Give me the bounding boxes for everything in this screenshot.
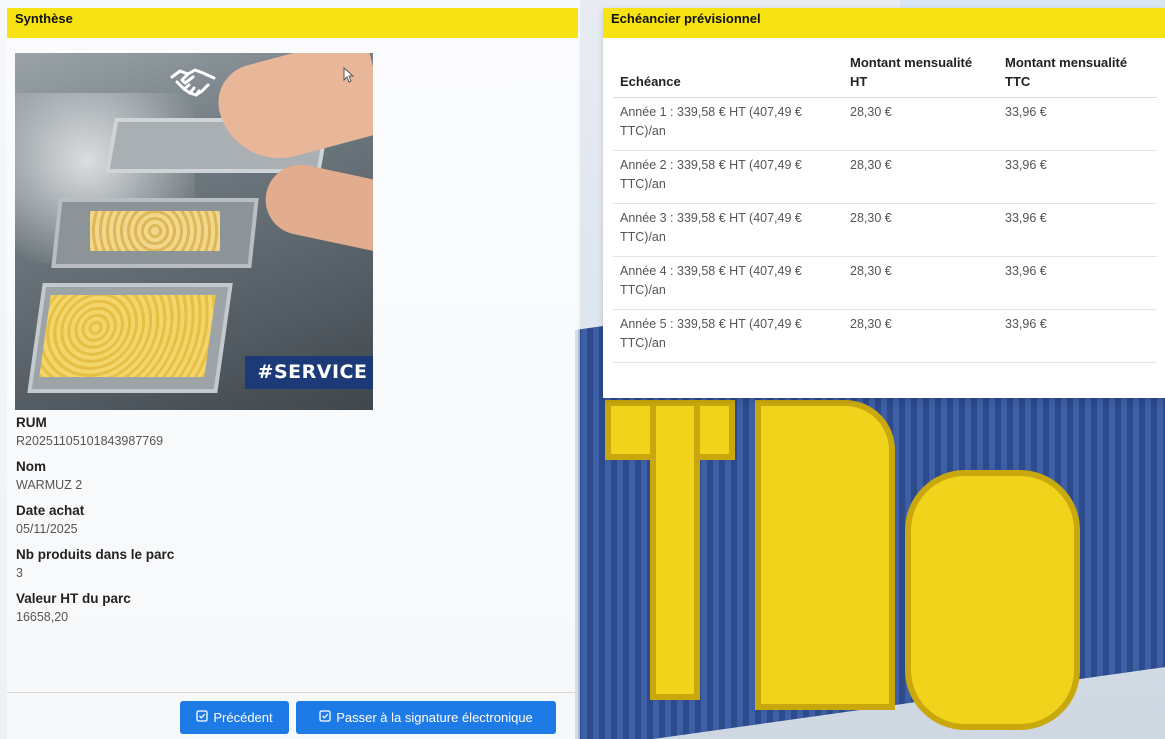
table-cell: 28,30 € [843,309,998,363]
table-row: Année 2 : 339,58 € HT (407,49 € TTC)/an … [613,150,1157,204]
handshake-icon [165,65,221,105]
table-cell: 28,30 € [843,256,998,310]
mouse-cursor-icon [343,66,355,83]
field-date-achat: Date achat 05/11/2025 [16,501,416,539]
table-cell: Année 2 : 339,58 € HT (407,49 € TTC)/an [613,150,843,204]
column-header-mensualite-ttc: Montant mensualité TTC [998,48,1157,98]
field-nb-produits: Nb produits dans le parc 3 [16,545,416,583]
echeancier-panel: Echéancier prévisionnel Echéance Montant… [603,8,1165,398]
table-header-row: Echéance Montant mensualité HT Montant m… [613,48,1157,98]
previous-button[interactable]: Précédent [180,701,289,734]
table-row: Année 3 : 339,58 € HT (407,49 € TTC)/an … [613,203,1157,257]
table-cell: Année 4 : 339,58 € HT (407,49 € TTC)/an [613,256,843,310]
synthese-fields: RUM R20251105101843987769 Nom WARMUZ 2 D… [16,413,416,633]
field-value: WARMUZ 2 [16,478,83,492]
table-row: Année 4 : 339,58 € HT (407,49 € TTC)/an … [613,256,1157,310]
table-cell: 28,30 € [843,150,998,204]
field-label: Valeur HT du parc [16,591,131,606]
check-square-icon [196,710,209,725]
field-label: Date achat [16,503,85,518]
electronic-signature-button-label: Passer à la signature électronique [336,710,533,725]
check-square-icon [319,710,331,725]
table-cell: 28,30 € [843,97,998,151]
background-letter [905,470,1080,730]
table-cell: 33,96 € [998,309,1157,363]
table-cell: 33,96 € [998,150,1157,204]
electronic-signature-button[interactable]: Passer à la signature électronique [296,701,556,734]
field-rum: RUM R20251105101843987769 [16,413,416,451]
table-row: Année 5 : 339,58 € HT (407,49 € TTC)/an … [613,309,1157,363]
table-cell: 33,96 € [998,256,1157,310]
echeancier-panel-title: Echéancier prévisionnel [603,8,1165,38]
service-tag: #SERVICE [245,356,373,389]
field-value: 05/11/2025 [16,522,78,536]
previous-button-label: Précédent [213,710,273,725]
table-cell: 33,96 € [998,97,1157,151]
synthese-panel-title: Synthèse [7,8,578,38]
field-label: Nom [16,459,46,474]
echeancier-table: Echéance Montant mensualité HT Montant m… [613,48,1157,363]
field-value: R20251105101843987769 [16,434,164,448]
table-cell: Année 5 : 339,58 € HT (407,49 € TTC)/an [613,309,843,363]
field-value: 16658,20 [16,610,69,624]
column-header-mensualite-ht: Montant mensualité HT [843,48,998,98]
background-letter [650,400,700,700]
footer-divider [7,692,578,693]
field-value: 3 [16,566,23,580]
table-cell: Année 1 : 339,58 € HT (407,49 € TTC)/an [613,97,843,151]
field-label: Nb produits dans le parc [16,547,175,562]
field-label: RUM [16,415,47,430]
synthese-panel: Synthèse #SERVICE RUM R20251105101843987… [7,8,578,739]
column-header-echeance: Echéance [613,48,843,98]
field-valeur-ht: Valeur HT du parc 16658,20 [16,589,416,627]
service-photo: #SERVICE [15,53,373,410]
table-cell: 33,96 € [998,203,1157,257]
table-cell: 28,30 € [843,203,998,257]
table-row: Année 1 : 339,58 € HT (407,49 € TTC)/an … [613,97,1157,151]
background-letter [755,400,895,710]
field-nom: Nom WARMUZ 2 [16,457,416,495]
table-cell: Année 3 : 339,58 € HT (407,49 € TTC)/an [613,203,843,257]
